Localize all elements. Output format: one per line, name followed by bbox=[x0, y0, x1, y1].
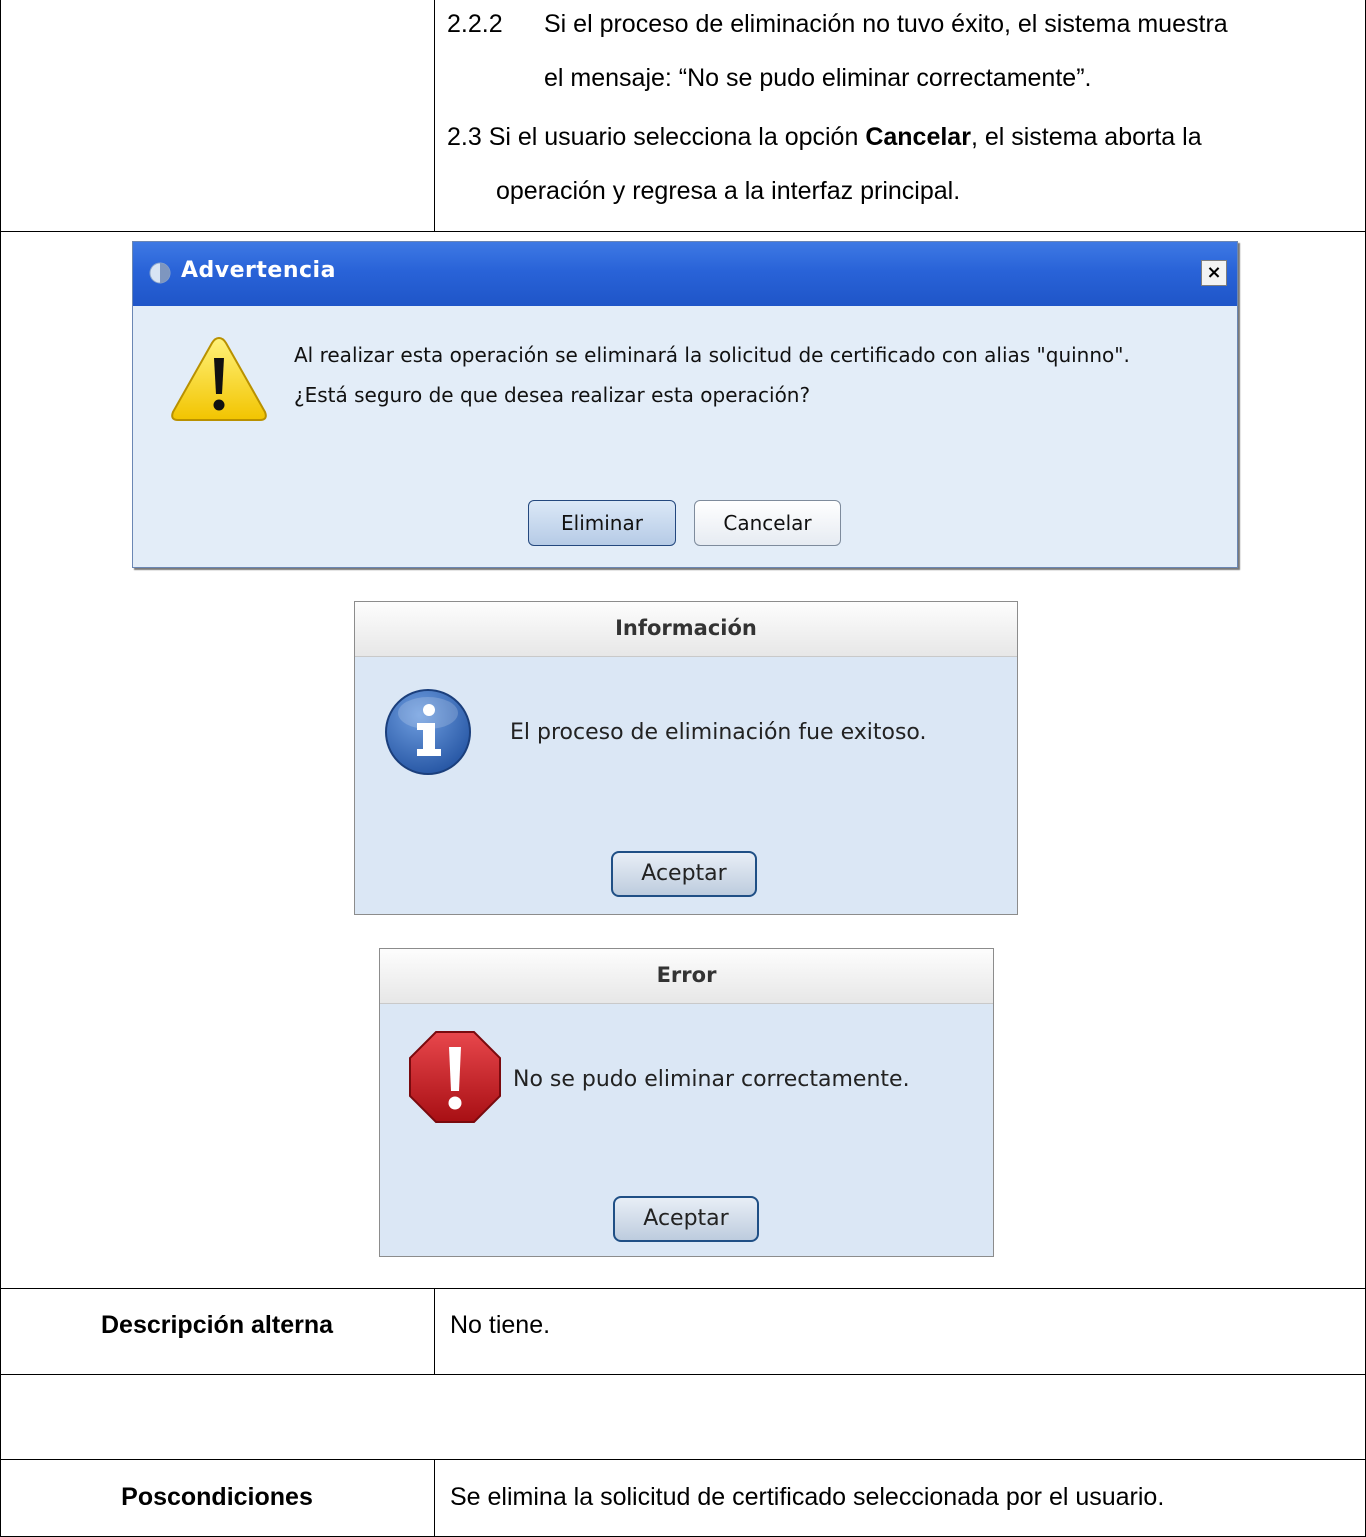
row-divider-4 bbox=[0, 1459, 1366, 1460]
warning-triangle-icon bbox=[171, 336, 267, 421]
item-23-suffix: , el sistema aborta la bbox=[970, 123, 1202, 151]
item-23-prefix: 2.3 Si el usuario selecciona la opción bbox=[447, 123, 866, 151]
eliminar-button[interactable]: Eliminar bbox=[528, 500, 676, 546]
item-23-line2: operación y regresa a la interfaz princi… bbox=[496, 177, 961, 205]
error-title: Error bbox=[656, 963, 717, 987]
error-dialog: Error No se pudo eliminar correctamente.… bbox=[379, 948, 994, 1257]
item-222-line2: el mensaje: “No se pudo eliminar correct… bbox=[544, 64, 1092, 92]
warning-message-line2: ¿Está seguro de que desea realizar esta … bbox=[294, 383, 811, 407]
item-23-line1: 2.3 Si el usuario selecciona la opción C… bbox=[447, 123, 1202, 152]
col-divider-alt bbox=[434, 1288, 435, 1374]
info-message: El proceso de eliminación fue exitoso. bbox=[510, 720, 927, 745]
alt-description-value: No tiene. bbox=[450, 1311, 551, 1339]
alt-description-label: Descripción alterna bbox=[100, 1311, 334, 1339]
postconditions-label: Poscondiciones bbox=[121, 1483, 313, 1511]
error-titlebar[interactable]: Error bbox=[380, 949, 993, 1004]
row-divider-3 bbox=[0, 1374, 1366, 1375]
aceptar-button[interactable]: Aceptar bbox=[611, 851, 757, 897]
java-cup-icon bbox=[149, 262, 171, 284]
close-icon[interactable]: × bbox=[1201, 260, 1227, 286]
aceptar-button-error[interactable]: Aceptar bbox=[613, 1196, 759, 1242]
item-222-line1: Si el proceso de eliminación no tuvo éxi… bbox=[544, 10, 1228, 38]
error-message: No se pudo eliminar correctamente. bbox=[513, 1067, 910, 1092]
cancelar-button[interactable]: Cancelar bbox=[694, 500, 841, 546]
col-divider-post bbox=[434, 1459, 435, 1537]
error-octagon-icon bbox=[409, 1031, 501, 1123]
info-titlebar[interactable]: Información bbox=[355, 602, 1017, 657]
warning-dialog: Advertencia × Al realizar esta operación… bbox=[132, 241, 1238, 568]
postconditions-value: Se elimina la solicitud de certificado s… bbox=[450, 1483, 1165, 1511]
item-23-bold: Cancelar bbox=[865, 123, 971, 151]
warning-titlebar[interactable]: Advertencia × bbox=[133, 242, 1237, 306]
warning-message-line1: Al realizar esta operación se eliminará … bbox=[294, 343, 1130, 367]
info-icon bbox=[385, 689, 471, 775]
col-divider-top bbox=[434, 0, 435, 231]
item-222-number: 2.2.2 bbox=[447, 10, 503, 38]
row-divider-1 bbox=[0, 231, 1366, 232]
info-dialog: Información El proceso de eliminación fu… bbox=[354, 601, 1018, 915]
info-title: Información bbox=[615, 616, 757, 640]
row-divider-2 bbox=[0, 1288, 1366, 1289]
warning-title: Advertencia bbox=[181, 258, 336, 283]
